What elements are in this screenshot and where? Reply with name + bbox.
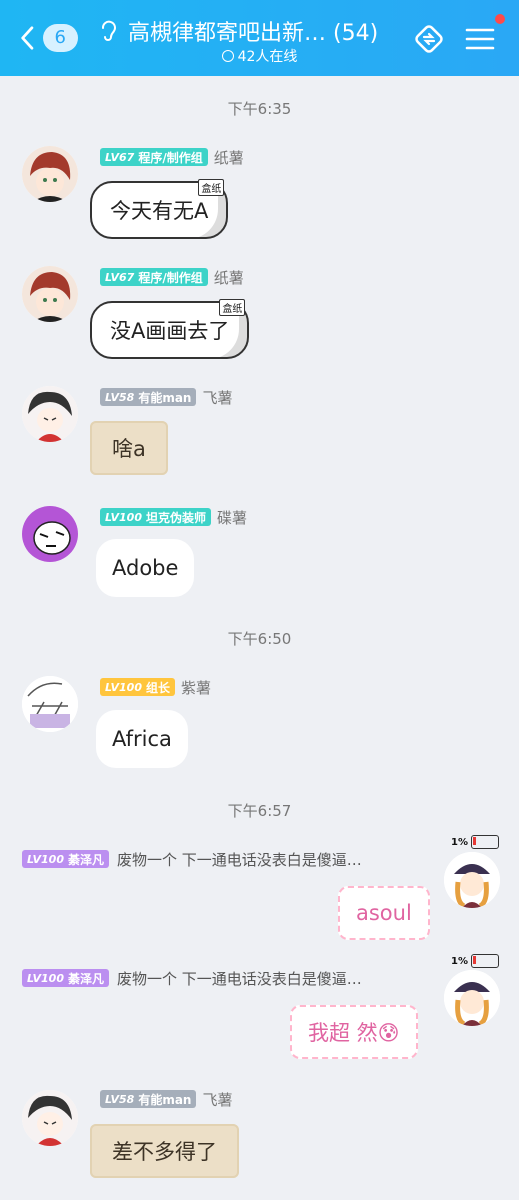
avatar[interactable] [22,266,78,322]
sender-meta: LV100 綦泽凡 废物一个 下一通电话没表白是傻逼… [22,849,362,869]
level-badge: LV100 坦克伪装师 [100,508,211,526]
sender-meta: LV100 坦克伪装师 碟薯 [100,507,247,527]
circle-icon [221,50,234,62]
ear-icon [102,20,116,41]
chat-title: 高槻律都寄吧出新… (54) [128,21,379,46]
avatar[interactable] [444,970,500,1026]
level-badge: LV58 有能man [100,1090,197,1108]
chat-header: 6 高槻律都寄吧出新… (54) 42人在线 [0,0,519,76]
timestamp: 下午6:35 [227,100,292,118]
sender-meta: LV67 程序/制作组 纸薯 [100,267,244,287]
sender-meta: LV58 有能man 飞薯 [100,1089,233,1109]
sender-name: 碟薯 [217,508,248,527]
battery-icon [470,954,499,968]
message-bubble[interactable]: Adobe [96,539,195,597]
sender-meta: LV58 有能man 飞薯 [100,387,233,407]
level-badge: LV100 组长 [100,678,175,696]
sender-signature: 废物一个 下一通电话没表白是傻逼… [117,969,362,988]
bubble-tag: 盒纸 [219,299,246,316]
avatar[interactable] [22,506,78,562]
level-badge: LV67 程序/制作组 [100,148,208,166]
avatar[interactable] [22,146,78,202]
level-badge: LV100 綦泽凡 [22,850,109,868]
level-badge: LV67 程序/制作组 [100,268,208,286]
sender-name: 纸薯 [213,268,244,287]
sender-meta: LV100 组长 紫薯 [100,677,211,697]
message-bubble[interactable]: asoul [338,886,430,940]
timestamp: 下午6:50 [227,630,292,648]
message-bubble[interactable]: 今天有无A 盒纸 [90,179,229,239]
sender-signature: 废物一个 下一通电话没表白是傻逼… [117,850,362,869]
sender-name: 飞薯 [202,1090,233,1109]
level-badge: LV100 綦泽凡 [22,969,109,987]
avatar[interactable] [22,676,78,732]
timestamp: 下午6:57 [227,802,292,820]
sender-name: 紫薯 [181,678,212,697]
message-bubble[interactable]: Africa [96,710,188,768]
avatar[interactable] [22,1090,78,1146]
sender-name: 飞薯 [202,388,233,407]
chat-title-row[interactable]: 高槻律都寄吧出新… (54) [96,14,406,48]
bubble-tag: 盒纸 [198,179,225,196]
message-bubble[interactable]: 没A画画去了 盒纸 [90,299,250,359]
avatar[interactable] [444,852,500,908]
level-badge: LV58 有能man [100,388,197,406]
notification-dot [495,14,505,24]
battery-status: 1% [451,835,499,849]
message-bubble[interactable]: 差不多得了 [90,1124,239,1178]
battery-icon [470,835,499,849]
sender-name: 纸薯 [213,148,244,167]
message-bubble[interactable]: 啥a [90,421,168,475]
menu-icon[interactable] [463,22,497,56]
battery-status: 1% [451,954,499,968]
link-switch-icon[interactable] [412,22,446,56]
sender-meta: LV100 綦泽凡 废物一个 下一通电话没表白是傻逼… [22,968,362,988]
message-bubble[interactable]: 我超 然😰 [290,1005,418,1059]
avatar[interactable] [22,386,78,442]
sender-meta: LV67 程序/制作组 纸薯 [100,147,244,167]
